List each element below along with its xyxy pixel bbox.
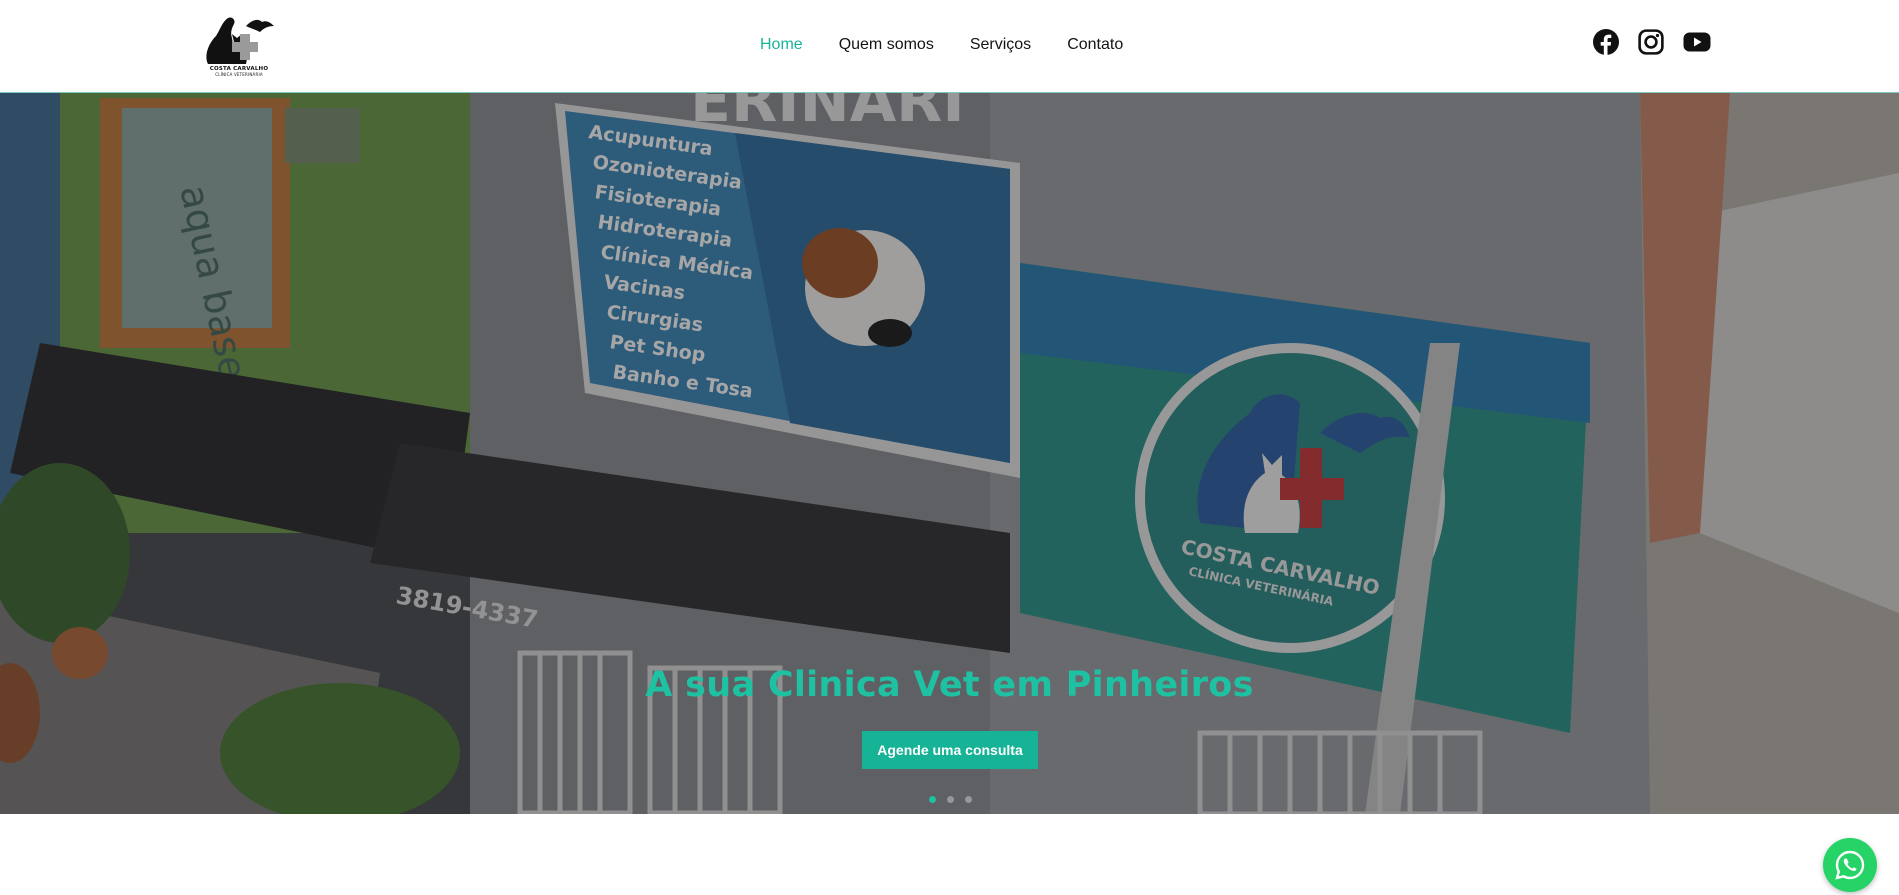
nav-contato[interactable]: Contato — [1067, 34, 1123, 56]
whatsapp-button[interactable] — [1823, 838, 1877, 892]
nav-home[interactable]: Home — [760, 34, 803, 56]
clinic-logo[interactable]: COSTA CARVALHO CLÍNICA VETERINÁRIA — [202, 12, 276, 78]
social-links — [1593, 29, 1711, 55]
book-appointment-button[interactable]: Agende uma consulta — [862, 731, 1038, 769]
youtube-icon[interactable] — [1683, 29, 1711, 55]
slide-dot-2[interactable] — [947, 796, 954, 803]
logo-text: COSTA CARVALHO CLÍNICA VETERINÁRIA — [202, 66, 276, 78]
hero-dark-overlay — [0, 93, 1899, 814]
instagram-icon[interactable] — [1638, 29, 1664, 55]
slide-dot-1[interactable] — [929, 796, 936, 803]
slide-dot-3[interactable] — [965, 796, 972, 803]
slider-pagination — [929, 796, 972, 803]
main-nav: Home Quem somos Serviços Contato — [760, 34, 1159, 56]
whatsapp-icon — [1835, 850, 1865, 880]
site-header: COSTA CARVALHO CLÍNICA VETERINÁRIA Home … — [0, 0, 1899, 93]
hero-title: A sua Clinica Vet em Pinheiros — [645, 665, 1254, 705]
nav-servicos[interactable]: Serviços — [970, 34, 1031, 56]
hero-slider: aqua base ERINARI Acupuntura Ozonioterap… — [0, 93, 1899, 814]
logo-icon — [206, 17, 274, 65]
facebook-icon[interactable] — [1593, 29, 1619, 55]
nav-quem-somos[interactable]: Quem somos — [839, 34, 934, 56]
logo-line2: CLÍNICA VETERINÁRIA — [215, 72, 263, 77]
